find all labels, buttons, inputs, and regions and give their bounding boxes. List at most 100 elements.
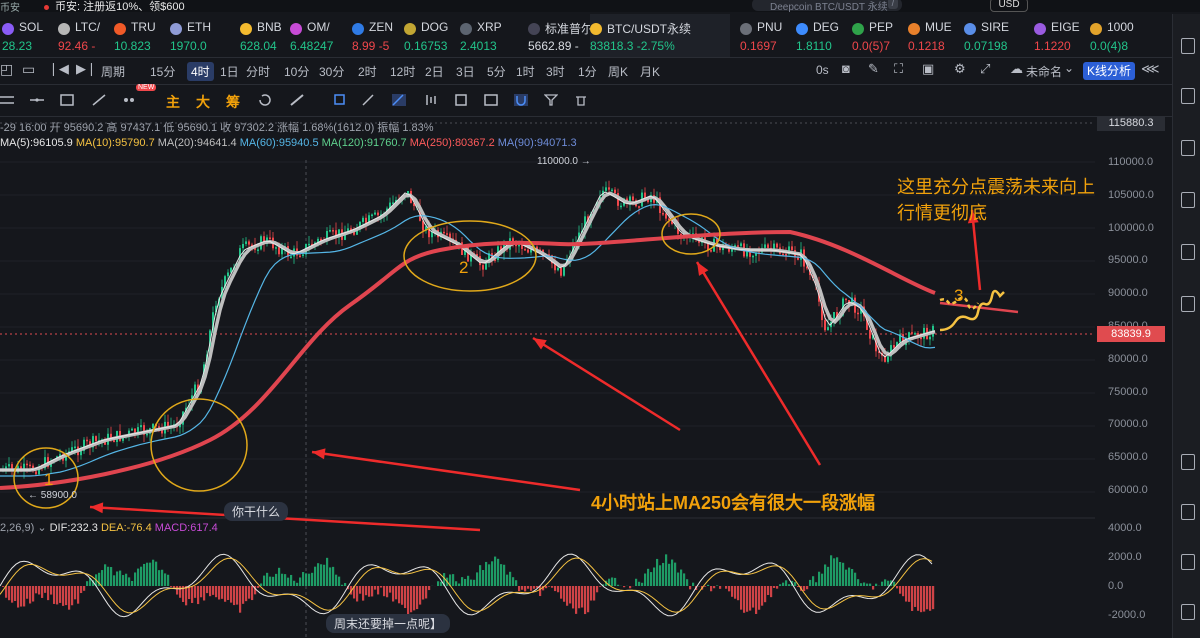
news-icon[interactable] [1181,554,1195,570]
filter-icon[interactable] [544,94,558,106]
calculator-icon[interactable] [454,94,468,106]
period-13[interactable]: 3时 [546,63,565,80]
grid-icon[interactable] [1181,244,1195,260]
macd-bar [704,586,707,587]
macd-bar [563,586,566,602]
comment-bubble[interactable]: 周末还要掉一点呢】 [326,614,451,633]
list-icon[interactable] [1181,192,1195,208]
settings-gear-icon[interactable]: ⚙ [954,61,966,77]
ticker-sire[interactable]: SIRE 0.07198 [964,14,1016,57]
book-icon[interactable] [1181,296,1195,312]
ruler-icon[interactable] [290,94,304,106]
macd-bar [653,567,656,586]
coin-icon [352,23,364,35]
macd-bar [284,574,287,586]
ticker-ltc[interactable]: LTC/92.46 - [58,14,110,57]
macd-bar [923,586,926,612]
macd-bar [578,586,581,609]
horizontal-ray-icon[interactable] [30,94,44,106]
fullscreen-icon[interactable]: ⛶ [894,61,903,77]
ticker-[interactable]: 标准普尔 5662.89 - [528,14,593,57]
chat-icon[interactable] [1181,604,1195,620]
kline-analysis-button[interactable]: K线分析 [1083,62,1135,80]
collapse-icon[interactable]: ❘◀ [48,61,69,77]
trend-line-icon[interactable] [92,94,106,106]
ticker-dog[interactable]: DOG 0.16753 [404,14,456,57]
refresh-icon[interactable] [258,94,272,106]
ticker-zen[interactable]: ZEN 8.99 -5 [352,14,404,57]
pen-icon[interactable] [362,94,376,106]
macd-bar [218,586,221,600]
currency-select[interactable]: USD [990,0,1028,12]
period-15[interactable]: 周K [608,63,628,80]
period-0[interactable]: 周期 [101,63,125,80]
period-14[interactable]: 1分 [578,63,597,80]
period-9[interactable]: 2日 [425,63,444,80]
period-11[interactable]: 5分 [487,63,506,80]
camera-icon[interactable]: ◙ [842,61,850,76]
candle [518,244,520,247]
ticker-pep[interactable]: PEP 0.0(5)7 [852,14,904,57]
macd-bar [458,583,461,586]
period-3[interactable]: 1日 [220,63,239,80]
period-7[interactable]: 2时 [358,63,377,80]
ticker-deg[interactable]: DEG 1.8110 [796,14,848,57]
period-8[interactable]: 12时 [390,63,415,80]
candle [227,272,229,277]
indicator-icon[interactable]: ▣ [922,61,934,77]
calendar-icon[interactable]: ▭ [22,61,35,78]
layout-name[interactable]: 未命名 [1026,63,1062,80]
candle [302,254,304,256]
main-force-tool[interactable]: 主 [166,92,180,112]
ticker-sol[interactable]: SOL 28.23 [2,14,54,57]
promo-notice[interactable]: 币安: 注册返10%、领$600 [44,0,185,14]
ticker-1000[interactable]: 1000 0.0(4)8 [1090,14,1142,57]
macd-bar [197,586,200,605]
expand-icon[interactable]: ▶❘ [76,61,97,77]
ticker-eth[interactable]: ETH 1970.0 [170,14,222,57]
copy-icon[interactable] [334,94,348,106]
period-2[interactable]: 4时 [187,62,214,81]
symbol-search-input[interactable]: Deepcoin BTC/USDT 永续 / [752,0,902,13]
period-16[interactable]: 月K [640,63,660,80]
brush-icon[interactable] [392,94,406,106]
note-icon[interactable] [484,94,498,106]
chip-tool[interactable]: 筹 [226,92,240,112]
ticker-mue[interactable]: MUE 0.1218 [908,14,960,57]
ticker-bnb[interactable]: BNB 628.04 [240,14,292,57]
window-icon[interactable] [1181,88,1195,104]
ticker-om[interactable]: OM/6.48247 [290,14,342,57]
period-10[interactable]: 3日 [456,63,475,80]
chevron-down-icon[interactable]: ⌄ [1064,61,1074,75]
horizontal-lines-icon[interactable] [0,94,14,106]
edit-icon[interactable]: ✎ [868,61,879,77]
settings-icon[interactable] [1181,454,1195,470]
comment-bubble[interactable]: 你干什么 [224,502,289,521]
layout-grid-icon[interactable]: ◰ [0,61,13,78]
period-4[interactable]: 分时 [246,63,270,80]
ticker-eige[interactable]: EIGE 1.1220 [1034,14,1086,57]
cloud-icon[interactable]: ☁ [1010,61,1023,77]
candle-icon[interactable] [424,94,438,106]
maximize-icon[interactable]: ⤢ [980,61,990,77]
magnet-icon[interactable] [514,94,528,106]
interval-label[interactable]: 0s [816,63,829,77]
period-6[interactable]: 30分 [319,63,344,80]
period-12[interactable]: 1时 [516,63,535,80]
ticker-tru[interactable]: TRU 10.823 [114,14,166,57]
macd-bar [641,582,644,586]
ticker-btcusdt[interactable]: BTC/USDT永续 83818.3 -2.75% [590,14,730,57]
alarm-icon[interactable] [1181,504,1195,520]
rectangle-icon[interactable] [60,94,74,106]
axis-top-label: 115880.3 [1097,116,1165,131]
layout-icon[interactable] [1181,38,1195,54]
ticker-pnu[interactable]: PNU 0.1697 [740,14,792,57]
indicator-dots-icon[interactable] [122,94,136,106]
period-5[interactable]: 10分 [284,63,309,80]
trash-icon[interactable] [574,94,588,106]
panel-icon[interactable] [1181,140,1195,156]
share-icon[interactable]: ⋘ [1141,61,1160,77]
period-1[interactable]: 15分 [150,63,175,80]
big-order-tool[interactable]: 大 [196,92,210,112]
ticker-xrp[interactable]: XRP 2.4013 [460,14,512,57]
